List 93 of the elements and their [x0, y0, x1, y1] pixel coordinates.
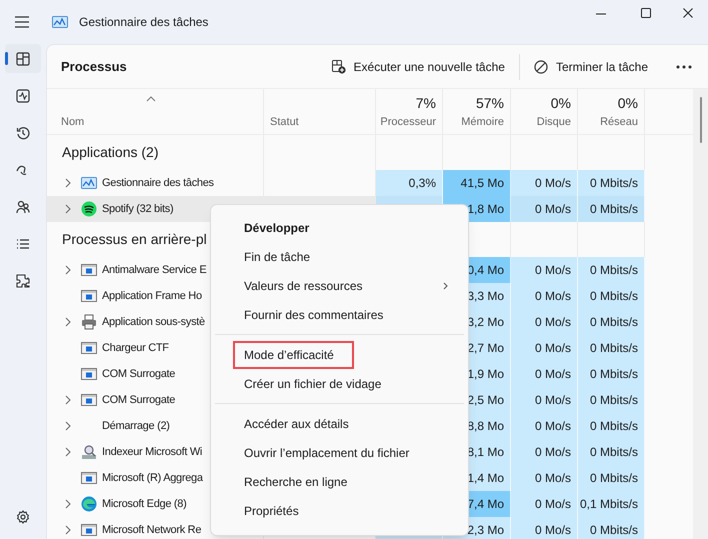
table-cell: 0 Mo/s	[511, 465, 578, 491]
group-header: Processus en arrière-pl	[62, 230, 207, 249]
process-name[interactable]: Spotify (32 bits)	[102, 200, 174, 218]
chevron-icon[interactable]	[65, 395, 71, 405]
maximize-icon[interactable]	[641, 8, 651, 18]
table-cell: 0 Mbits/s	[578, 439, 645, 465]
process-name[interactable]: Microsoft Network Re	[102, 522, 202, 538]
process-name[interactable]: Démarrage (2)	[102, 418, 170, 434]
more-icon[interactable]	[676, 64, 692, 68]
table-cell: 0 Mbits/s	[578, 517, 645, 539]
process-name[interactable]: Microsoft (R) Aggrega	[102, 470, 203, 486]
column-header[interactable]: Disque	[536, 114, 571, 130]
table-cell: 0 Mbits/s	[578, 170, 645, 196]
users-icon[interactable]	[16, 200, 30, 214]
process-name[interactable]: Indexeur Microsoft Wi	[102, 444, 202, 460]
table-cell: 0 Mbits/s	[578, 257, 645, 283]
magnifier-icon	[81, 444, 97, 460]
browser-icon	[81, 496, 97, 512]
table-cell: 0 Mo/s	[511, 517, 578, 539]
puzzle-icon[interactable]	[16, 274, 30, 288]
table-cell: 0 Mo/s	[511, 361, 578, 387]
table-cell: 0 Mo/s	[511, 387, 578, 413]
pulse-icon[interactable]	[16, 88, 30, 102]
window-icon	[81, 470, 97, 486]
table-cell: 0 Mo/s	[511, 439, 578, 465]
chevron-icon[interactable]	[65, 525, 71, 535]
scrollbar-thumb[interactable]	[700, 97, 702, 143]
table-cell: 41,5 Mo	[443, 170, 511, 196]
table-cell: 0 Mo/s	[511, 491, 578, 517]
toolbar-button[interactable]: Terminer la tâche	[526, 50, 656, 82]
table-cell: 0 Mbits/s	[578, 196, 645, 222]
column-percent: 0%	[618, 94, 638, 112]
table-cell: 0,3%	[376, 170, 443, 196]
toolbar-button[interactable]: Exécuter une nouvelle tâche	[324, 50, 513, 82]
cancel-icon	[534, 60, 548, 74]
table-cell: 0 Mo/s	[511, 283, 578, 309]
table-cell: 0 Mbits/s	[578, 361, 645, 387]
panels-icon[interactable]	[16, 52, 30, 66]
column-header[interactable]: Processeur	[380, 114, 436, 130]
chevron-icon[interactable]	[65, 265, 71, 275]
window-title: Gestionnaire des tâches	[79, 14, 208, 31]
window-icon	[81, 288, 97, 304]
chevron-icon[interactable]	[65, 421, 71, 431]
chevron-icon[interactable]	[65, 204, 71, 214]
process-name[interactable]: COM Surrogate	[102, 366, 176, 382]
table-cell: 0 Mo/s	[511, 309, 578, 335]
table-cell: 0 Mbits/s	[578, 387, 645, 413]
table-cell: 0 Mo/s	[511, 257, 578, 283]
process-name[interactable]: Antimalware Service E	[102, 262, 206, 278]
table-cell: 0 Mo/s	[511, 413, 578, 439]
chart-window-icon	[52, 16, 68, 28]
table-cell: 0 Mbits/s	[578, 335, 645, 361]
chevron-icon[interactable]	[65, 178, 71, 188]
group-header: Applications (2)	[62, 143, 158, 162]
sound-waves-icon	[81, 201, 97, 217]
chevron-icon[interactable]	[65, 499, 71, 509]
table-cell: 0 Mo/s	[511, 196, 578, 222]
table-cell: 0 Mbits/s	[578, 309, 645, 335]
settings-icon[interactable]	[16, 510, 30, 524]
table-cell: 0 Mbits/s	[578, 283, 645, 309]
list-icon[interactable]	[16, 236, 30, 250]
column-percent: 7%	[416, 94, 436, 112]
process-name[interactable]: COM Surrogate	[102, 392, 176, 408]
process-name[interactable]: Microsoft Edge (8)	[102, 496, 186, 512]
process-name[interactable]: Application sous-systè	[102, 314, 205, 330]
window-icon	[81, 340, 97, 356]
column-percent: 0%	[550, 94, 571, 112]
window-icon	[81, 392, 97, 408]
process-name[interactable]: Gestionnaire des tâches	[102, 174, 214, 192]
column-header[interactable]: Statut	[270, 114, 299, 130]
chevron-icon[interactable]	[65, 317, 71, 327]
chevron-icon[interactable]	[65, 447, 71, 457]
window-icon	[81, 366, 97, 382]
nav-panels-button[interactable]	[5, 44, 41, 73]
new-task-icon	[332, 60, 346, 74]
process-name[interactable]: Application Frame Ho	[102, 288, 202, 304]
table-cell: 0,1 Mbits/s	[578, 491, 645, 517]
close-icon[interactable]	[683, 8, 693, 18]
table-cell: 0 Mbits/s	[578, 413, 645, 439]
table-cell: 0 Mo/s	[511, 170, 578, 196]
window-icon	[81, 262, 97, 278]
page-title: Processus	[61, 58, 127, 76]
table-cell: 0 Mbits/s	[578, 465, 645, 491]
printer-icon	[81, 314, 97, 330]
chart-window-icon	[81, 175, 97, 191]
history-icon[interactable]	[16, 126, 30, 140]
column-header[interactable]: Mémoire	[461, 114, 504, 130]
process-name[interactable]: Chargeur CTF	[102, 340, 169, 356]
menu-icon[interactable]	[14, 15, 30, 29]
table-cell: 0 Mo/s	[511, 335, 578, 361]
column-percent: 57%	[476, 94, 504, 112]
column-header[interactable]: Nom	[61, 114, 84, 130]
column-header[interactable]: Réseau	[600, 114, 638, 130]
